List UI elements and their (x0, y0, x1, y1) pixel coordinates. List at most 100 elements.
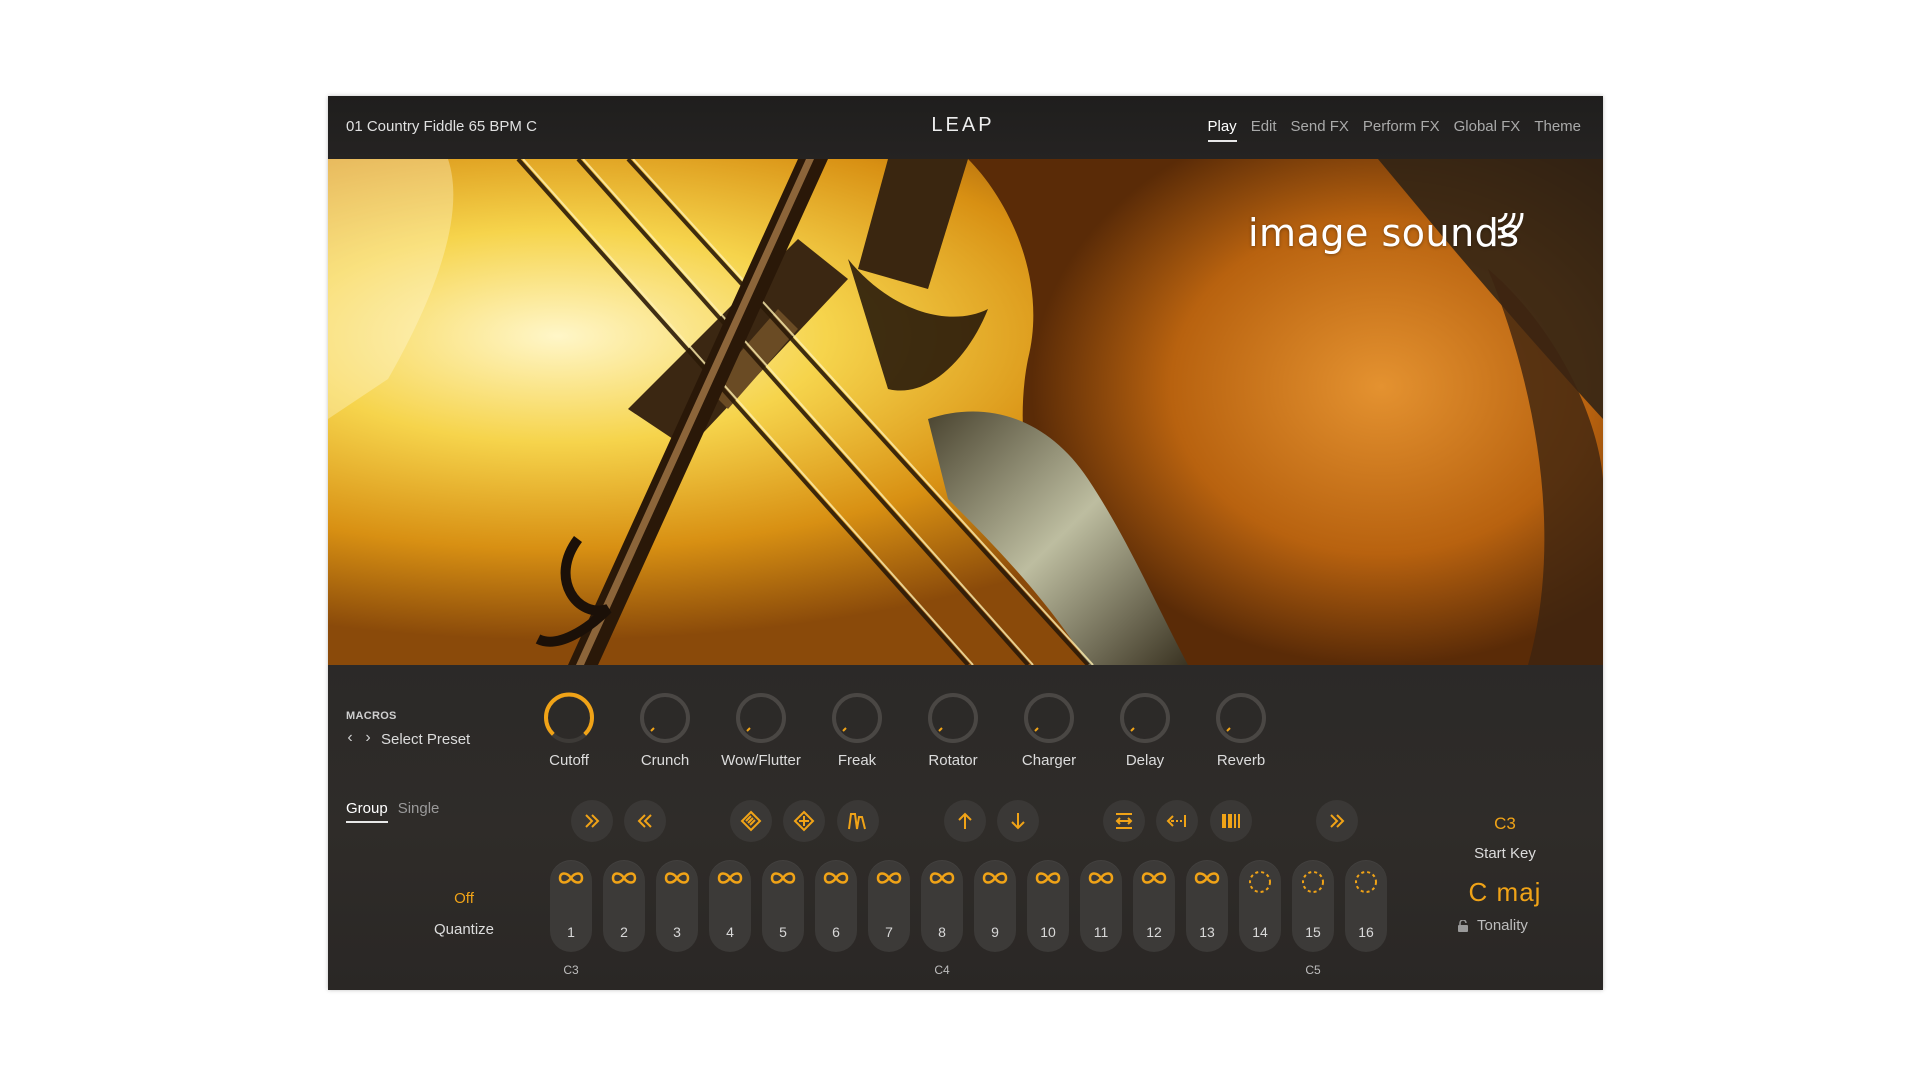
knob-dial[interactable] (1118, 691, 1172, 745)
randomize-button[interactable] (730, 800, 772, 842)
loop-icon (823, 872, 849, 884)
tab-perform-fx[interactable]: Perform FX (1363, 118, 1440, 139)
pad-number: 16 (1358, 924, 1374, 940)
next-button[interactable] (1316, 800, 1358, 842)
pitch-up-button[interactable] (944, 800, 986, 842)
pad-number: 8 (938, 924, 946, 940)
loop-icon (876, 872, 902, 884)
pad-14[interactable]: 14 (1239, 860, 1281, 952)
slice-button[interactable] (1210, 800, 1252, 842)
loop-icon (558, 872, 584, 884)
pad-7[interactable]: 7 (868, 860, 910, 952)
knob-wow-flutter[interactable]: Wow/Flutter (716, 691, 806, 769)
knob-dial[interactable] (830, 691, 884, 745)
knob-dial[interactable] (926, 691, 980, 745)
tab-global-fx[interactable]: Global FX (1454, 118, 1521, 139)
pad-number: 6 (832, 924, 840, 940)
start-key-label: Start Key (1474, 845, 1536, 862)
chevron-left-icon[interactable]: ‹ (344, 729, 356, 747)
knob-dial[interactable] (638, 691, 692, 745)
knob-dial[interactable] (1022, 691, 1076, 745)
pitch-down-button[interactable] (997, 800, 1039, 842)
pad-number: 15 (1305, 924, 1321, 940)
tab-edit[interactable]: Edit (1251, 118, 1277, 139)
knob-delay[interactable]: Delay (1100, 691, 1190, 769)
hero-image: image sounds (328, 159, 1603, 665)
one-shot-icon (1355, 871, 1377, 893)
pad-2[interactable]: 2 (603, 860, 645, 952)
select-preset-button[interactable]: Select Preset (381, 731, 470, 748)
pad-10[interactable]: 10 (1027, 860, 1069, 952)
pad-9[interactable]: 9 (974, 860, 1016, 952)
pad-11[interactable]: 11 (1080, 860, 1122, 952)
loop-icon (770, 872, 796, 884)
bars-icon (1222, 814, 1240, 828)
key-label-c3: C3 (563, 963, 579, 977)
pad-15[interactable]: 15 (1292, 860, 1334, 952)
stretch-button[interactable] (1103, 800, 1145, 842)
pad-5[interactable]: 5 (762, 860, 804, 952)
header-bar: 01 Country Fiddle 65 BPM C LEAP Play Edi… (328, 96, 1603, 159)
tab-play[interactable]: Play (1207, 118, 1237, 142)
broadcast-waves-icon (1497, 212, 1524, 239)
knob-freak[interactable]: Freak (812, 691, 902, 769)
loop-icon (929, 872, 955, 884)
pad-16[interactable]: 16 (1345, 860, 1387, 952)
reverse-button[interactable] (1156, 800, 1198, 842)
pad-8[interactable]: 8 (921, 860, 963, 952)
knob-label: Reverb (1216, 752, 1266, 769)
pad-13[interactable]: 13 (1186, 860, 1228, 952)
tab-theme[interactable]: Theme (1534, 118, 1581, 139)
nav-tabs: Play Edit Send FX Perform FX Global FX T… (1207, 118, 1581, 142)
pad-6[interactable]: 6 (815, 860, 857, 952)
quantize-value[interactable]: Off (434, 890, 494, 907)
pad-12[interactable]: 12 (1133, 860, 1175, 952)
envelope-button[interactable] (837, 800, 879, 842)
knob-label: Delay (1125, 752, 1165, 769)
reverse-icon (1166, 815, 1186, 827)
one-shot-icon (1302, 871, 1324, 893)
knob-charger[interactable]: Charger (1004, 691, 1094, 769)
knob-cutoff[interactable]: Cutoff (524, 691, 614, 769)
chevron-right-icon[interactable]: › (362, 729, 374, 747)
pad-number: 2 (620, 924, 628, 940)
pad-4[interactable]: 4 (709, 860, 751, 952)
lock-icon[interactable] (1457, 919, 1469, 932)
shift-left-button[interactable] (624, 800, 666, 842)
pad-number: 10 (1040, 924, 1056, 940)
plugin-window: 01 Country Fiddle 65 BPM C LEAP Play Edi… (328, 96, 1603, 990)
loop-icon (982, 872, 1008, 884)
preset-nav: ‹ › (344, 729, 374, 747)
quantize-label: Quantize (433, 921, 495, 938)
pad-1[interactable]: 1 (550, 860, 592, 952)
tab-group[interactable]: Group (346, 800, 388, 823)
shift-right-button[interactable] (571, 800, 613, 842)
randomize-alt-button[interactable] (783, 800, 825, 842)
double-chevron-right-icon (1330, 814, 1345, 828)
knob-crunch[interactable]: Crunch (620, 691, 710, 769)
knob-dial[interactable] (734, 691, 788, 745)
knob-label: Freak (837, 752, 877, 769)
knob-dial[interactable] (1214, 691, 1268, 745)
pad-3[interactable]: 3 (656, 860, 698, 952)
loop-icon (1088, 872, 1114, 884)
pad-number: 14 (1252, 924, 1268, 940)
leap-logo: LEAP (931, 114, 994, 135)
pad-number: 12 (1146, 924, 1162, 940)
preset-name: 01 Country Fiddle 65 BPM C (346, 118, 537, 135)
pad-number: 13 (1199, 924, 1215, 940)
loop-icon (1141, 872, 1167, 884)
logo-text: LEAP (931, 114, 994, 135)
pad-number: 1 (567, 924, 575, 940)
knob-dial[interactable] (542, 691, 596, 745)
tonality-label: Tonality (1477, 917, 1528, 934)
tonality-value[interactable]: C maj (1450, 877, 1560, 908)
start-key-value[interactable]: C3 (1465, 814, 1545, 834)
tab-send-fx[interactable]: Send FX (1291, 118, 1349, 139)
tab-single[interactable]: Single (398, 800, 440, 821)
knob-rotator[interactable]: Rotator (908, 691, 998, 769)
double-chevron-left-icon (637, 814, 652, 828)
knob-label: Cutoff (549, 752, 589, 769)
knob-reverb[interactable]: Reverb (1196, 691, 1286, 769)
pad-number: 3 (673, 924, 681, 940)
